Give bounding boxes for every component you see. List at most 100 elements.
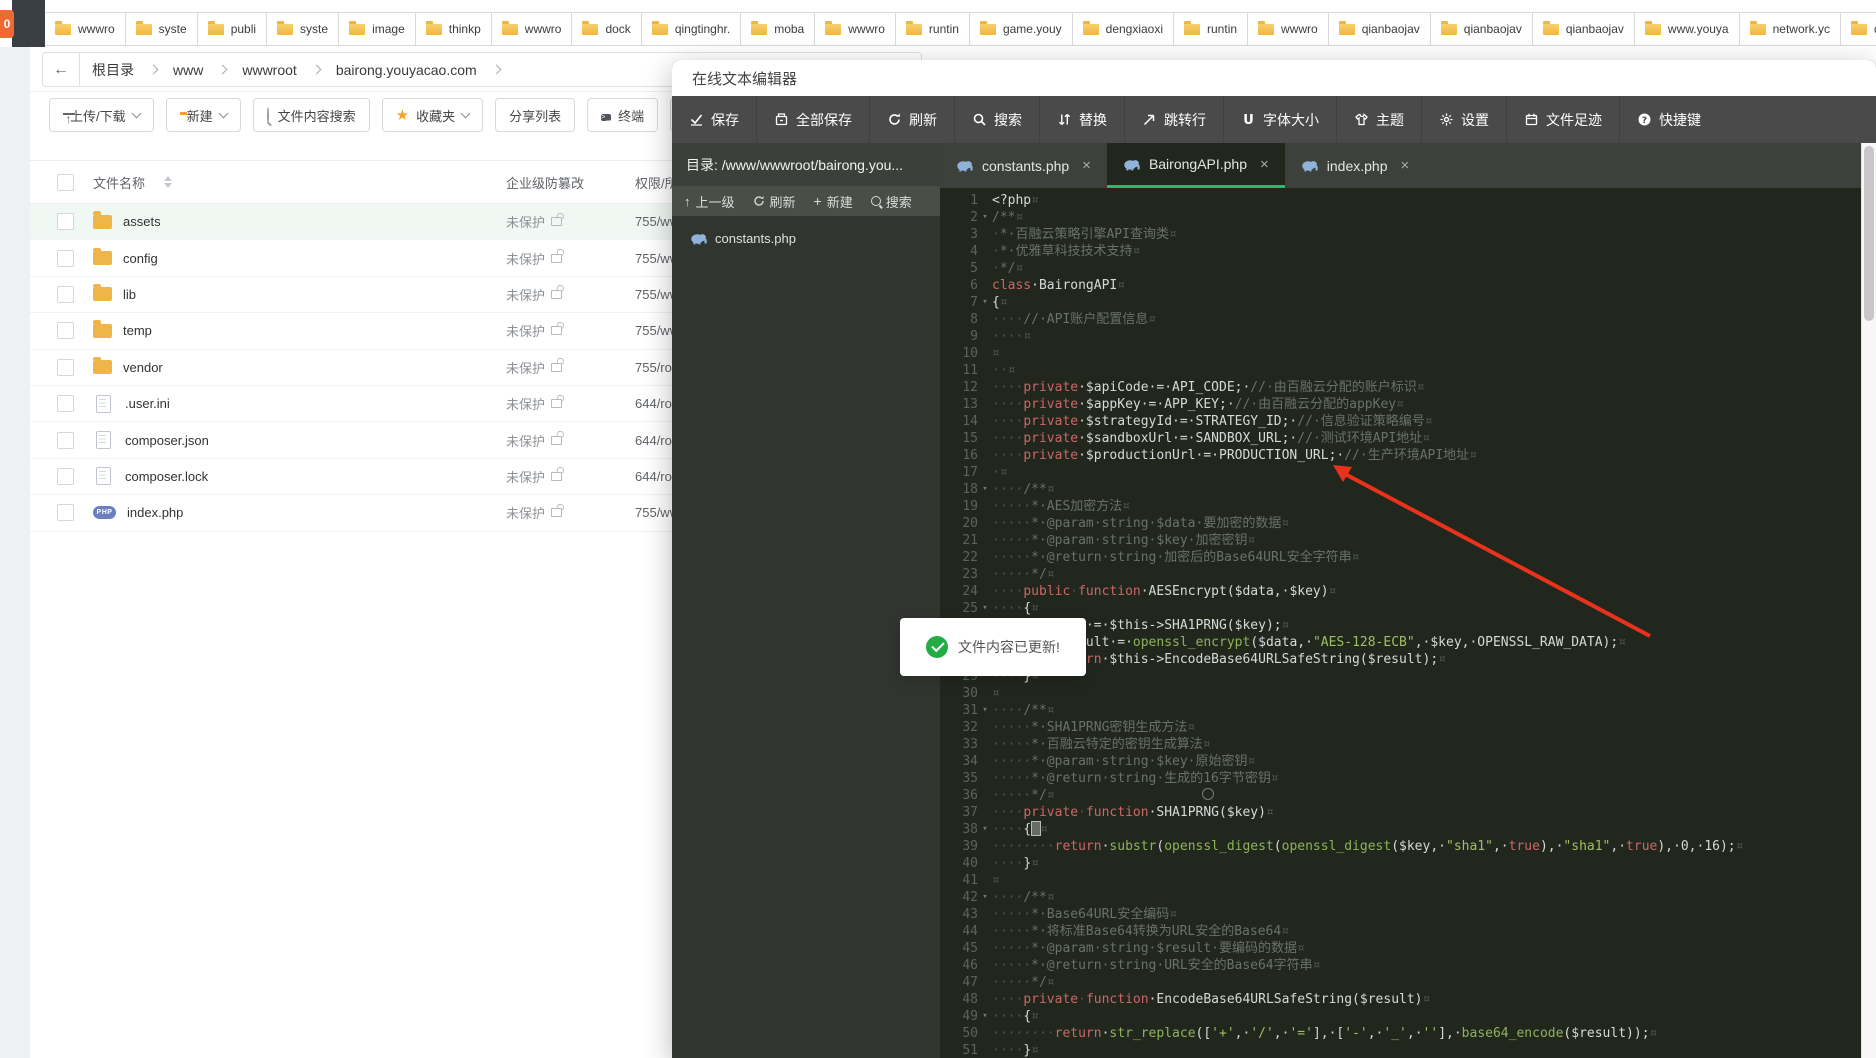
bookmark-item[interactable]: runtin [895,12,970,46]
line-number[interactable]: 17 [940,464,978,481]
fold-caret-icon[interactable]: ▾ [978,821,992,838]
line-number[interactable]: 21 [940,532,978,549]
line-number[interactable]: 8 [940,311,978,328]
breadcrumb-item[interactable]: bairong.youyacao.com [324,62,489,78]
file-toolbar-button-收藏夹[interactable]: ★收藏夹 [382,98,483,132]
fold-caret-icon[interactable]: ▾ [978,600,992,617]
editor-toolbar-button-保存[interactable]: 保存 [672,96,756,143]
editor-scrollbar[interactable] [1861,143,1876,1058]
bookmark-item[interactable]: dengxiaoxi [1072,12,1174,46]
bookmark-item[interactable]: qingtinghr. [641,12,741,46]
line-number[interactable]: 44 [940,923,978,940]
line-number[interactable]: 41 [940,872,978,889]
line-number[interactable]: 30 [940,685,978,702]
breadcrumb-item[interactable]: wwwroot [230,62,308,78]
line-number[interactable]: 49 [940,1008,978,1025]
editor-toolbar-button-设置[interactable]: 设置 [1421,96,1506,143]
file-toolbar-button-上传/下载[interactable]: 上传/下载 [49,98,154,132]
row-checkbox[interactable] [57,468,74,485]
line-number[interactable]: 19 [940,498,978,515]
line-number[interactable]: 6 [940,277,978,294]
row-checkbox[interactable] [57,504,74,521]
editor-tab-index.php[interactable]: index.php× [1285,143,1425,188]
bookmark-item[interactable]: moba [740,12,815,46]
file-name-cell[interactable]: composer.lock [93,467,208,485]
bookmark-item[interactable]: wwwro [491,12,573,46]
fold-caret-icon[interactable]: ▾ [978,1008,992,1025]
bookmark-item[interactable]: qianbaojav [1532,12,1635,46]
line-number[interactable]: 38 [940,821,978,838]
fold-caret-icon[interactable]: ▾ [978,481,992,498]
editor-toolbar-button-替换[interactable]: 替换 [1039,96,1124,143]
bookmark-item[interactable]: qianbaojav [1430,12,1533,46]
bookmark-item[interactable]: wwwro [814,12,896,46]
editor-toolbar-button-字体大小[interactable]: U字体大小 [1223,96,1336,143]
bookmark-item[interactable]: qingtinghr. [1840,12,1876,46]
line-number[interactable]: 9 [940,328,978,345]
sidebar-nav-新建[interactable]: +新建 [814,192,853,211]
line-number[interactable]: 20 [940,515,978,532]
line-number[interactable]: 2 [940,209,978,226]
sidebar-nav-上一级[interactable]: ↑上一级 [684,192,735,211]
bookmark-item[interactable]: qianbaojav [1328,12,1431,46]
file-name-cell[interactable]: config [93,251,158,266]
line-number[interactable]: 32 [940,719,978,736]
line-number[interactable]: 7 [940,294,978,311]
line-number[interactable]: 11 [940,362,978,379]
editor-toolbar-button-主题[interactable]: 主题 [1336,96,1421,143]
line-number[interactable]: 10 [940,345,978,362]
row-checkbox[interactable] [57,432,74,449]
line-number[interactable]: 31 [940,702,978,719]
bookmark-item[interactable]: syste [125,12,198,46]
line-number[interactable]: 43 [940,906,978,923]
bookmark-item[interactable]: game.youy [969,12,1073,46]
editor-toolbar-button-跳转行[interactable]: 跳转行 [1124,96,1223,143]
file-name-cell[interactable]: .user.ini [93,395,170,413]
editor-tab-constants.php[interactable]: constants.php× [940,143,1107,188]
line-number[interactable]: 18 [940,481,978,498]
line-number[interactable]: 48 [940,991,978,1008]
bookmark-item[interactable]: dock [571,12,641,46]
bookmark-item[interactable]: syste [266,12,339,46]
tree-item[interactable]: constants.php [672,224,940,252]
line-number[interactable]: 4 [940,243,978,260]
sidebar-nav-搜索[interactable]: 搜索 [871,192,912,211]
fold-caret-icon[interactable]: ▾ [978,889,992,906]
bookmark-item[interactable]: www.youya [1634,12,1740,46]
bookmark-item[interactable]: network.yc [1739,12,1841,46]
line-number[interactable]: 16 [940,447,978,464]
line-number[interactable]: 40 [940,855,978,872]
row-checkbox[interactable] [57,213,74,230]
breadcrumb-item[interactable]: www [161,62,215,78]
file-name-cell[interactable]: composer.json [93,431,209,449]
file-toolbar-button-文件内容搜索[interactable]: 文件内容搜索 [253,98,370,132]
line-number[interactable]: 33 [940,736,978,753]
editor-toolbar-button-搜索[interactable]: 搜索 [954,96,1039,143]
row-checkbox[interactable] [57,286,74,303]
select-all-checkbox[interactable] [57,174,74,191]
bookmark-item[interactable]: publi [197,12,267,46]
row-checkbox[interactable] [57,322,74,339]
line-number[interactable]: 47 [940,974,978,991]
line-number[interactable]: 34 [940,753,978,770]
line-number[interactable]: 50 [940,1025,978,1042]
file-name-cell[interactable]: PHPindex.php [93,505,183,520]
file-name-cell[interactable]: assets [93,214,161,229]
line-number[interactable]: 13 [940,396,978,413]
line-number[interactable]: 35 [940,770,978,787]
fold-caret-icon[interactable]: ▾ [978,702,992,719]
scrollbar-thumb[interactable] [1864,146,1874,321]
bookmark-item[interactable]: wwwro [45,12,126,46]
breadcrumb-item[interactable]: 根目录 [80,60,146,80]
line-number[interactable]: 23 [940,566,978,583]
file-name-cell[interactable]: temp [93,323,152,338]
tab-close-icon[interactable]: × [1082,157,1091,174]
file-name-cell[interactable]: lib [93,287,136,302]
line-number[interactable]: 37 [940,804,978,821]
row-checkbox[interactable] [57,395,74,412]
sidebar-nav-刷新[interactable]: 刷新 [753,192,796,211]
editor-toolbar-button-文件足迹[interactable]: 文件足迹 [1506,96,1619,143]
fold-caret-icon[interactable]: ▾ [978,294,992,311]
line-number[interactable]: 42 [940,889,978,906]
line-number[interactable]: 51 [940,1042,978,1058]
